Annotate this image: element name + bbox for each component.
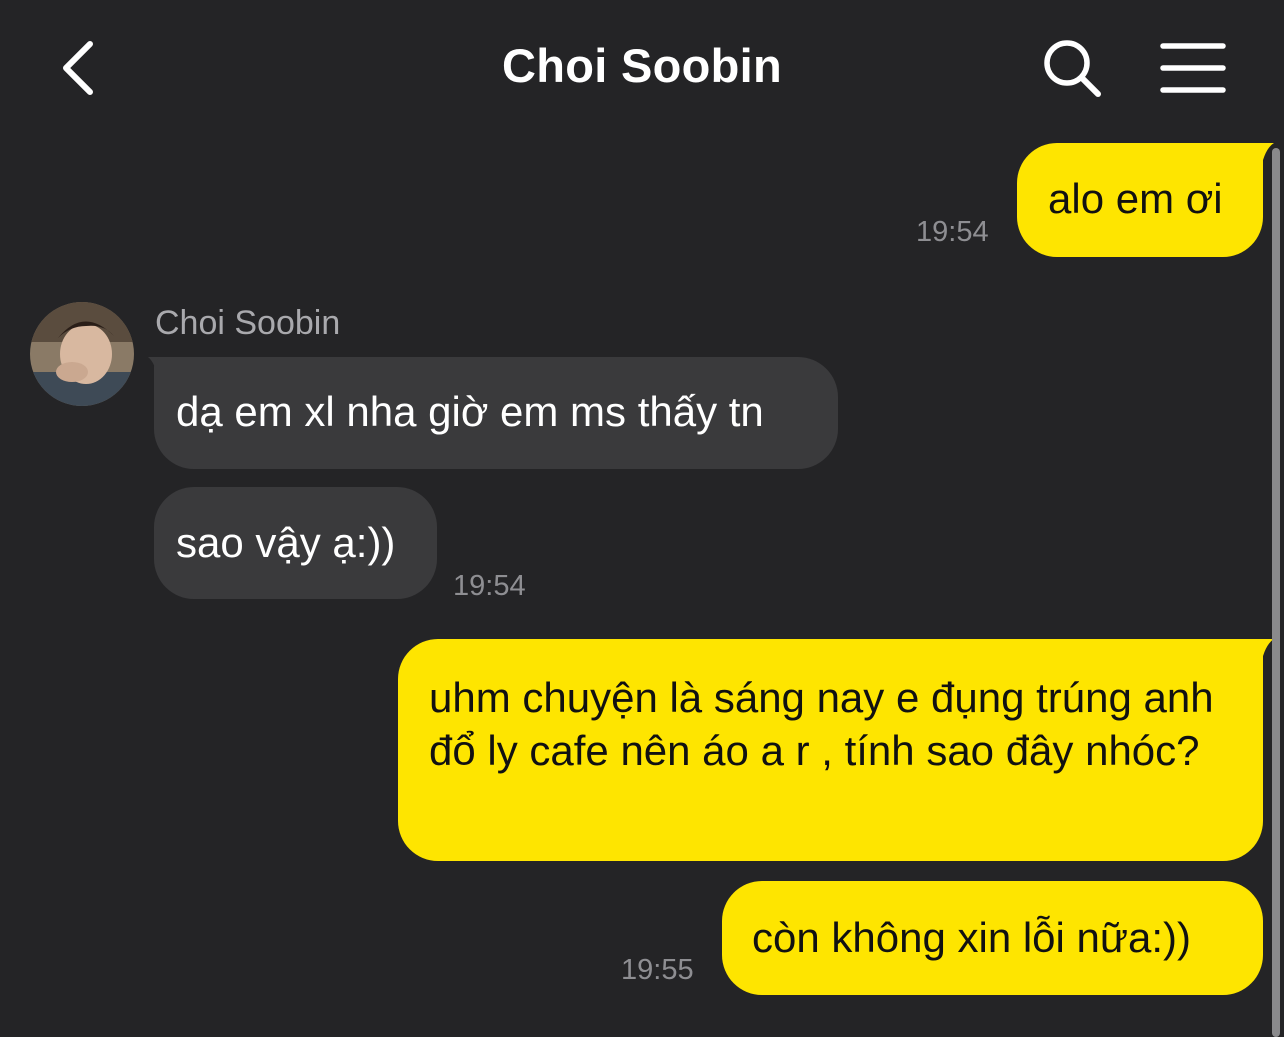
outgoing-message[interactable]: uhm chuyện là sáng nay e đụng trúng anh … <box>398 639 1263 861</box>
outgoing-message[interactable]: còn không xin lỗi nữa:)) <box>722 881 1263 995</box>
incoming-message[interactable]: dạ em xl nha giờ em ms thấy tn <box>154 357 838 469</box>
chat-header: Choi Soobin <box>0 0 1284 135</box>
message-text: uhm chuyện là sáng nay e đụng trúng anh … <box>429 674 1214 774</box>
contact-avatar[interactable] <box>30 302 134 406</box>
outgoing-message[interactable]: alo em ơi <box>1017 143 1263 257</box>
menu-button[interactable] <box>1158 38 1228 98</box>
incoming-message[interactable]: sao vậy ạ:)) <box>154 487 437 599</box>
message-text: còn không xin lỗi nữa:)) <box>752 914 1192 961</box>
hamburger-menu-icon <box>1160 43 1226 93</box>
message-text: dạ em xl nha giờ em ms thấy tn <box>176 388 764 435</box>
message-timestamp: 19:55 <box>621 954 694 986</box>
message-text: sao vậy ạ:)) <box>176 519 396 566</box>
avatar-photo <box>30 302 134 406</box>
sender-name: Choi Soobin <box>155 304 341 342</box>
search-icon <box>1044 40 1101 97</box>
message-timestamp: 19:54 <box>453 570 526 602</box>
message-text: alo em ơi <box>1048 175 1223 222</box>
search-button[interactable] <box>1040 36 1104 100</box>
message-timestamp: 19:54 <box>916 216 989 248</box>
scrollbar[interactable] <box>1272 148 1280 1037</box>
